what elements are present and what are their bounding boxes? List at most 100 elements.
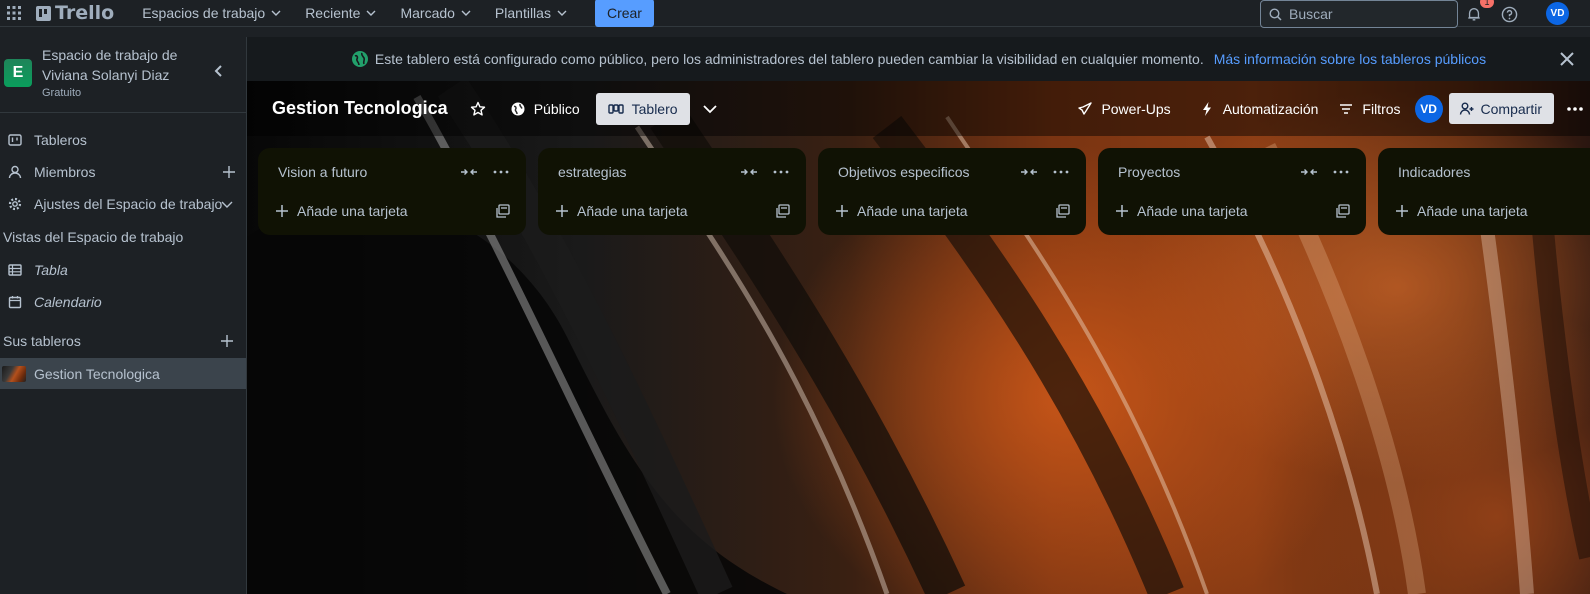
star-icon xyxy=(470,101,485,116)
workspace-views-heading: Vistas del Espacio de trabajo xyxy=(0,220,246,254)
filters-button[interactable]: Filtros xyxy=(1330,93,1408,125)
board-icon xyxy=(8,134,22,146)
sidebar-item-label: Ajustes del Espacio de trabajo xyxy=(34,196,223,212)
add-card-button[interactable]: Añade una tarjeta xyxy=(818,196,1086,226)
views-dropdown-button[interactable] xyxy=(694,93,726,125)
nav-workspaces-dropdown[interactable]: Espacios de trabajo xyxy=(130,0,293,27)
automation-button[interactable]: Automatización xyxy=(1191,93,1327,125)
visibility-label: Público xyxy=(533,100,580,117)
globe-icon xyxy=(511,102,525,115)
workspace-header: E Espacio de trabajo de Viviana Solanyi … xyxy=(0,37,246,113)
more-horizontal-icon[interactable] xyxy=(492,164,510,180)
template-icon[interactable] xyxy=(776,204,790,218)
rocket-icon xyxy=(1078,101,1093,115)
collapse-list-icon[interactable] xyxy=(460,164,478,180)
sidebar-item-workspace-settings[interactable]: Ajustes del Espacio de trabajo xyxy=(0,188,246,220)
trello-logo-text: Trello xyxy=(55,2,115,24)
board-header-actions: Power-Ups Automatización Filtros VD Comp… xyxy=(1069,81,1590,136)
list-header[interactable]: estrategias xyxy=(538,148,806,196)
workspace-logo: E xyxy=(4,59,32,87)
add-board-plus-icon[interactable] xyxy=(220,334,234,348)
search-icon xyxy=(1269,7,1282,21)
collapse-list-icon[interactable] xyxy=(1300,164,1318,180)
user-avatar[interactable]: VD xyxy=(1546,2,1569,25)
collapse-list-icon[interactable] xyxy=(1020,164,1038,180)
board-thumbnail xyxy=(2,365,26,382)
chevron-down-icon xyxy=(271,10,281,16)
list-header[interactable]: Proyectos xyxy=(1098,148,1366,196)
banner-text: Este tablero está configurado como públi… xyxy=(374,51,1204,67)
board-view-button[interactable]: Tablero xyxy=(595,92,690,125)
collapse-sidebar-button[interactable] xyxy=(212,63,226,79)
calendar-icon xyxy=(8,296,22,309)
list-column: Vision a futuro Añade una tarjeta xyxy=(258,148,526,235)
nav-recent-label: Reciente xyxy=(305,5,361,21)
add-card-button[interactable]: Añade una tarjeta xyxy=(1378,196,1590,226)
apps-grid-icon[interactable] xyxy=(0,0,28,27)
close-icon[interactable] xyxy=(1558,50,1576,68)
sidebar-item-label: Tableros xyxy=(34,132,87,148)
search-placeholder: Buscar xyxy=(1289,6,1333,22)
filters-label: Filtros xyxy=(1362,100,1401,117)
table-icon xyxy=(8,264,22,276)
list-title[interactable]: estrategias xyxy=(558,164,626,180)
chevron-down-icon xyxy=(366,10,376,16)
banner-learn-more-link[interactable]: Más información sobre los tableros públi… xyxy=(1214,51,1486,67)
board-view-icon xyxy=(607,103,624,114)
more-horizontal-icon[interactable] xyxy=(1052,164,1070,180)
search-input[interactable]: Buscar xyxy=(1260,0,1458,28)
collapse-list-icon[interactable] xyxy=(740,164,758,180)
list-header[interactable]: Indicadores xyxy=(1378,148,1590,196)
sidebar-item-calendar-view[interactable]: Calendario xyxy=(0,286,246,318)
list-column: Proyectos Añade una tarjeta xyxy=(1098,148,1366,235)
trello-logo[interactable]: Trello xyxy=(36,2,114,24)
powerups-button[interactable]: Power-Ups xyxy=(1069,93,1178,125)
list-column: Objetivos especificos Añade una tarjeta xyxy=(818,148,1086,235)
notifications-button[interactable] xyxy=(1464,4,1484,24)
template-icon[interactable] xyxy=(1056,204,1070,218)
sidebar: E Espacio de trabajo de Viviana Solanyi … xyxy=(0,37,247,594)
add-card-button[interactable]: Añade una tarjeta xyxy=(1098,196,1366,226)
list-title[interactable]: Objetivos especificos xyxy=(838,164,970,180)
star-board-button[interactable] xyxy=(462,93,494,125)
workspace-plan: Gratuito xyxy=(42,87,82,99)
add-card-label: Añade una tarjeta xyxy=(297,203,408,219)
sidebar-board-item[interactable]: Gestion Tecnologica xyxy=(0,358,246,389)
nav-templates-dropdown[interactable]: Plantillas xyxy=(483,0,579,27)
help-button[interactable] xyxy=(1499,4,1519,24)
chevron-down-icon xyxy=(702,104,717,113)
sidebar-item-table-view[interactable]: Tabla xyxy=(0,254,246,286)
more-horizontal-icon[interactable] xyxy=(772,164,790,180)
list-title[interactable]: Vision a futuro xyxy=(278,164,367,180)
add-member-plus-icon[interactable] xyxy=(222,165,236,179)
more-horizontal-icon[interactable] xyxy=(1332,164,1350,180)
template-icon[interactable] xyxy=(1336,204,1350,218)
powerups-label: Power-Ups xyxy=(1101,100,1171,117)
nav-menu: Espacios de trabajo Reciente Marcado Pla… xyxy=(130,0,654,27)
chevron-down-icon xyxy=(461,10,471,16)
list-header[interactable]: Vision a futuro xyxy=(258,148,526,196)
add-card-button[interactable]: Añade una tarjeta xyxy=(258,196,526,226)
board-title[interactable]: Gestion Tecnologica xyxy=(272,98,448,119)
your-boards-heading: Sus tableros xyxy=(0,324,246,358)
trello-logo-icon xyxy=(36,5,51,21)
board-menu-button[interactable] xyxy=(1560,106,1590,112)
plus-icon xyxy=(1396,205,1408,217)
list-title[interactable]: Proyectos xyxy=(1118,164,1180,180)
list-title[interactable]: Indicadores xyxy=(1398,164,1470,180)
add-card-button[interactable]: Añade una tarjeta xyxy=(538,196,806,226)
nav-workspaces-label: Espacios de trabajo xyxy=(142,5,266,21)
sidebar-item-boards[interactable]: Tableros xyxy=(0,124,246,156)
create-button[interactable]: Crear xyxy=(594,0,654,27)
visibility-button[interactable]: Público xyxy=(502,93,588,125)
plus-icon xyxy=(276,205,288,217)
share-button[interactable]: Compartir xyxy=(1448,93,1554,124)
list-header[interactable]: Objetivos especificos xyxy=(818,148,1086,196)
nav-recent-dropdown[interactable]: Reciente xyxy=(293,0,388,27)
sidebar-item-members[interactable]: Miembros xyxy=(0,156,246,188)
workspace-name: Espacio de trabajo de Viviana Solanyi Di… xyxy=(42,47,178,83)
board-member-avatar[interactable]: VD xyxy=(1414,94,1443,123)
nav-starred-dropdown[interactable]: Marcado xyxy=(388,0,482,27)
template-icon[interactable] xyxy=(496,204,510,218)
more-horizontal-icon xyxy=(1567,106,1583,111)
